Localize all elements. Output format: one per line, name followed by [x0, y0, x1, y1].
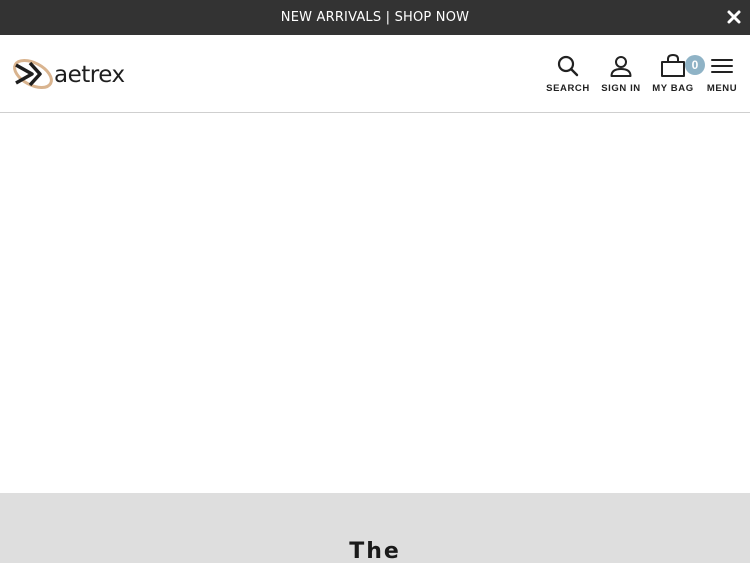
logo-text: aetrex: [54, 62, 125, 88]
logo[interactable]: aetrex: [10, 57, 125, 93]
bag-count-badge: 0: [685, 55, 705, 75]
search-icon: [556, 53, 580, 79]
content-section: The: [0, 493, 750, 563]
menu-button[interactable]: MENU: [703, 53, 741, 94]
sign-in-button[interactable]: SIGN IN: [599, 53, 643, 94]
hero-area: [0, 114, 750, 493]
user-icon: [609, 53, 633, 79]
hamburger-menu-icon: [710, 53, 734, 79]
search-button[interactable]: SEARCH: [546, 53, 590, 94]
menu-label: MENU: [706, 83, 738, 94]
promo-link[interactable]: NEW ARRIVALS | SHOP NOW: [281, 10, 469, 25]
section-heading: The: [349, 539, 401, 563]
promo-bar: NEW ARRIVALS | SHOP NOW: [0, 0, 750, 35]
sign-in-label: SIGN IN: [601, 83, 641, 94]
my-bag-button[interactable]: 0 MY BAG: [651, 53, 705, 94]
close-icon[interactable]: [726, 9, 742, 25]
search-label: SEARCH: [546, 83, 590, 94]
site-header: aetrex SEARCH SIGN IN 0 MY BAG MENU: [0, 35, 750, 113]
aetrex-logo-mark-icon: [10, 55, 56, 95]
shopping-bag-icon: [660, 53, 686, 79]
my-bag-label: MY BAG: [652, 83, 694, 94]
